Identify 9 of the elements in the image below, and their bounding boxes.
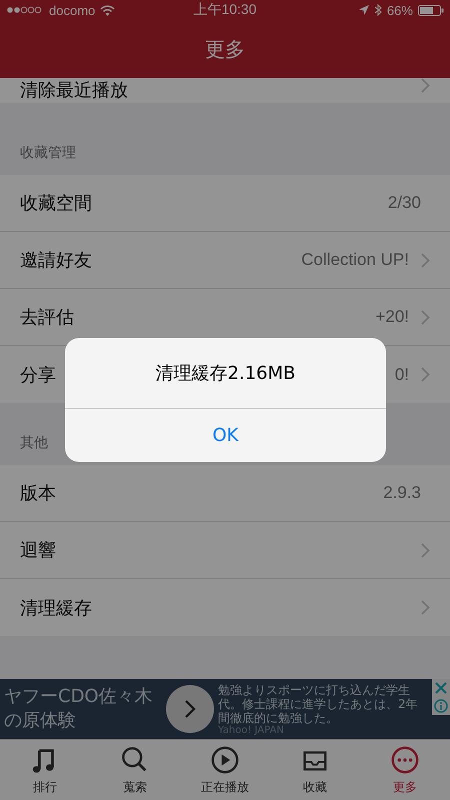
carrier-name: docomo — [49, 2, 96, 18]
alert-message: 清理緩存2.16MB — [65, 338, 386, 409]
status-time: 上午10:30 — [193, 1, 257, 19]
ad-text: 勉強よりスポーツに打ち込んだ学生 代。修士課程に進学したあとは、2年 間徹底的に勉強した。 — [218, 682, 419, 724]
section-header: 其他 — [20, 434, 48, 452]
section-header: 收藏管理 — [20, 144, 76, 162]
ad-headline: ヤフーCDO佐々木 の原体験 — [4, 685, 154, 733]
battery-percent: 66% — [386, 2, 413, 18]
nav-title: 更多 — [205, 36, 245, 62]
